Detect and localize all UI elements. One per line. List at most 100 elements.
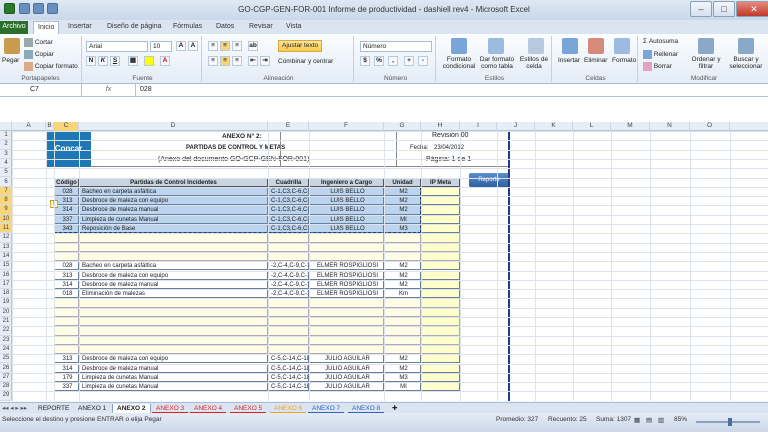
table-cell[interactable] — [79, 242, 268, 252]
fx-icon[interactable]: fx — [82, 84, 136, 97]
table-cell[interactable] — [79, 326, 268, 336]
grow-font-icon[interactable]: A — [176, 41, 186, 51]
row-header-27[interactable]: 27 — [0, 373, 12, 383]
table-cell[interactable] — [421, 270, 460, 280]
table-cell[interactable]: Desbroce de maleza manual — [79, 279, 268, 290]
table-cell[interactable] — [421, 196, 460, 206]
tab-insertar[interactable]: Insertar — [68, 21, 92, 34]
column-header-a[interactable]: A — [12, 122, 46, 131]
format-as-table-button[interactable]: Dar formato como tabla — [478, 56, 516, 70]
table-cell[interactable] — [268, 326, 309, 336]
table-cell[interactable] — [384, 344, 421, 355]
table-cell[interactable]: JULIO AGUILAR — [309, 382, 384, 392]
formula-input[interactable]: 028 — [140, 84, 152, 96]
row-header-21[interactable]: 21 — [0, 317, 12, 327]
currency-icon[interactable]: $ — [360, 56, 370, 66]
table-cell[interactable] — [421, 363, 460, 373]
table-cell[interactable] — [268, 233, 309, 243]
table-cell[interactable] — [421, 326, 460, 336]
align-center-icon[interactable]: ≡ — [220, 56, 230, 66]
column-header-n[interactable]: N — [650, 122, 690, 131]
insert-button[interactable]: Insertar — [558, 57, 580, 64]
row-header-18[interactable]: 18 — [0, 289, 12, 299]
table-cell[interactable] — [384, 335, 421, 345]
table-cell[interactable]: Eliminación de malezas — [79, 289, 268, 299]
sort-filter-button[interactable]: Ordenar y filtrar — [686, 56, 726, 70]
table-cell[interactable]: 028 — [54, 261, 79, 271]
row-header-23[interactable]: 23 — [0, 336, 12, 345]
find-select-button[interactable]: Buscar y seleccionar — [726, 56, 766, 70]
table-cell[interactable] — [421, 214, 460, 224]
table-cell[interactable] — [79, 344, 268, 355]
table-cell[interactable] — [309, 251, 384, 262]
table-cell[interactable]: -2,C-4,C-9,C-1 — [268, 270, 309, 280]
table-cell[interactable] — [421, 279, 460, 290]
align-bottom-icon[interactable]: ≡ — [232, 41, 242, 51]
percent-icon[interactable]: % — [374, 56, 384, 66]
font-name-select[interactable]: Arial — [86, 41, 148, 52]
column-header-c[interactable]: C — [54, 122, 79, 131]
table-cell[interactable]: 337 — [54, 382, 79, 392]
table-cell[interactable] — [79, 335, 268, 345]
tab-vista[interactable]: Vista — [286, 21, 301, 34]
select-all-corner[interactable] — [0, 122, 12, 131]
table-cell[interactable] — [384, 233, 421, 243]
table-cell[interactable] — [421, 242, 460, 252]
row-header-24[interactable]: 24 — [0, 345, 12, 355]
column-header-o[interactable]: O — [690, 122, 730, 131]
row-header-13[interactable]: 13 — [0, 243, 12, 252]
view-normal-icon[interactable]: ▦ — [634, 416, 640, 424]
column-header-e[interactable]: E — [268, 122, 309, 131]
table-cell[interactable]: Desbroce de maleza con equipo — [79, 354, 268, 364]
table-cell[interactable] — [309, 242, 384, 252]
table-cell[interactable]: JULIO AGUILAR — [309, 363, 384, 373]
table-cell[interactable] — [268, 298, 309, 308]
cut-button[interactable]: Cortar — [24, 38, 53, 47]
table-cell[interactable] — [268, 344, 309, 355]
row-header-17[interactable]: 17 — [0, 280, 12, 290]
row-header-11[interactable]: 11 — [0, 224, 12, 234]
format-painter-button[interactable]: Copiar formato — [24, 62, 78, 71]
align-middle-icon[interactable]: ≡ — [220, 41, 230, 51]
table-cell[interactable] — [309, 326, 384, 336]
row-header-2[interactable]: 2 — [0, 140, 12, 150]
row-header-20[interactable]: 20 — [0, 308, 12, 317]
table-cell[interactable] — [54, 326, 79, 336]
table-cell[interactable] — [54, 317, 79, 327]
row-header-28[interactable]: 28 — [0, 382, 12, 392]
table-cell[interactable]: MI — [384, 382, 421, 392]
italic-button[interactable]: K — [98, 56, 108, 66]
worksheet-grid[interactable]: Concar ANEXO N° 2: PARTIDAS DE CONTROL Y… — [12, 131, 768, 401]
bold-button[interactable]: N — [86, 56, 96, 66]
table-cell[interactable] — [421, 251, 460, 262]
tab-datos[interactable]: Datos — [216, 21, 234, 34]
align-top-icon[interactable]: ≡ — [208, 41, 218, 51]
zoom-slider-thumb[interactable] — [728, 418, 732, 426]
table-cell[interactable] — [309, 298, 384, 308]
table-cell[interactable] — [79, 298, 268, 308]
table-cell[interactable]: ELMER ROSPIGLIOSI — [309, 279, 384, 290]
row-header-7[interactable]: 7 — [0, 186, 12, 197]
fill-color-icon[interactable] — [144, 56, 154, 66]
cell-styles-button[interactable]: Estilos de celda — [518, 56, 550, 70]
font-color-icon[interactable]: A — [160, 56, 170, 66]
table-cell[interactable] — [384, 251, 421, 262]
decrease-decimal-icon[interactable]: - — [418, 56, 428, 66]
table-cell[interactable]: 314 — [54, 363, 79, 373]
font-size-select[interactable]: 10 — [150, 41, 172, 52]
row-header-10[interactable]: 10 — [0, 214, 12, 224]
delete-button[interactable]: Eliminar — [584, 57, 607, 64]
table-cell[interactable] — [421, 354, 460, 364]
table-cell[interactable] — [79, 251, 268, 262]
close-button[interactable]: ✕ — [736, 1, 768, 17]
table-cell[interactable]: M2 — [384, 354, 421, 364]
table-cell[interactable] — [309, 344, 384, 355]
borders-icon[interactable]: ▦ — [128, 56, 138, 66]
table-cell[interactable] — [79, 233, 268, 243]
column-header-l[interactable]: L — [573, 122, 611, 131]
minimize-button[interactable]: – — [690, 1, 712, 17]
table-cell[interactable]: ELMER ROSPIGLIOSI — [309, 261, 384, 271]
table-cell[interactable] — [384, 326, 421, 336]
table-cell[interactable] — [421, 261, 460, 271]
table-cell[interactable] — [421, 205, 460, 215]
